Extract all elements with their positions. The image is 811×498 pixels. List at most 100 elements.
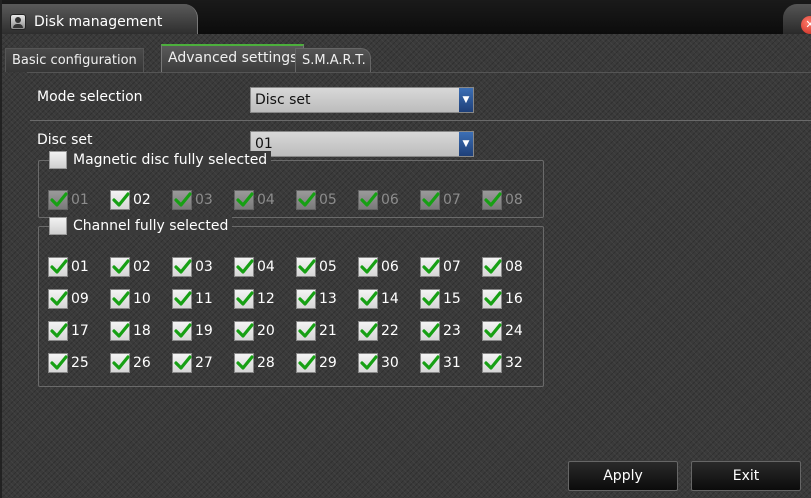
channel-checkbox-20[interactable]: 20: [234, 321, 275, 341]
channel-checkbox-label: 29: [319, 355, 337, 371]
channel-checkbox-label: 24: [505, 323, 523, 339]
channel-checkbox-label: 16: [505, 291, 523, 307]
channel-checkbox-25[interactable]: 25: [48, 353, 89, 373]
check-icon: [48, 289, 68, 309]
check-icon: [420, 353, 440, 373]
channel-checkbox-31[interactable]: 31: [420, 353, 461, 373]
tab-smart[interactable]: S.M.A.R.T.: [295, 48, 371, 72]
channel-checkbox-13[interactable]: 13: [296, 289, 337, 309]
channel-checkbox-label: 32: [505, 355, 523, 371]
disc-set-value: 01: [255, 136, 273, 152]
magnetic-disc-select-all[interactable]: Magnetic disc fully selected: [49, 151, 272, 169]
channel-checkbox-label: 03: [195, 259, 213, 275]
channel-checkbox-12[interactable]: 12: [234, 289, 275, 309]
channel-checkbox-08[interactable]: 08: [482, 257, 523, 277]
channel-checkbox-label: 30: [381, 355, 399, 371]
disc-set-dropdown[interactable]: 01 ▼: [250, 131, 474, 157]
channel-checkbox-label: 07: [443, 259, 461, 275]
check-icon: [172, 289, 192, 309]
channel-checkbox-19[interactable]: 19: [172, 321, 213, 341]
channel-checkbox-label: 01: [71, 259, 89, 275]
channel-checkbox-label: 09: [71, 291, 89, 307]
disc-checkbox-02[interactable]: 02: [110, 190, 151, 210]
channel-checkbox-02[interactable]: 02: [110, 257, 151, 277]
check-icon: [172, 257, 192, 277]
select-all-checkbox[interactable]: [49, 217, 67, 235]
channel-checkbox-06[interactable]: 06: [358, 257, 399, 277]
channel-checkbox-label: 11: [195, 291, 213, 307]
check-icon: [296, 353, 316, 373]
channel-checkbox-22[interactable]: 22: [358, 321, 399, 341]
channel-checkbox-label: 08: [505, 259, 523, 275]
chevron-down-icon[interactable]: ▼: [459, 88, 473, 112]
channel-checkbox-24[interactable]: 24: [482, 321, 523, 341]
tab-advanced-settings[interactable]: Advanced settings: [161, 44, 305, 72]
channel-checkbox-28[interactable]: 28: [234, 353, 275, 373]
channel-checkbox-29[interactable]: 29: [296, 353, 337, 373]
channel-checkbox-30[interactable]: 30: [358, 353, 399, 373]
disk-management-window: Disk management ✕ Basic configuration Ad…: [0, 0, 811, 498]
channel-checkbox-label: 19: [195, 323, 213, 339]
check-icon: [234, 190, 254, 210]
disc-checkbox-08: 08: [482, 190, 523, 210]
chevron-down-icon[interactable]: ▼: [459, 132, 473, 156]
channel-checkbox-18[interactable]: 18: [110, 321, 151, 341]
exit-button[interactable]: Exit: [691, 461, 801, 491]
select-all-checkbox[interactable]: [49, 151, 67, 169]
check-icon: [234, 321, 254, 341]
channel-checkbox-07[interactable]: 07: [420, 257, 461, 277]
check-icon: [234, 289, 254, 309]
mode-selection-dropdown[interactable]: Disc set ▼: [250, 87, 474, 113]
channel-select-all[interactable]: Channel fully selected: [49, 217, 233, 235]
disc-checkbox-06: 06: [358, 190, 399, 210]
channel-checkbox-04[interactable]: 04: [234, 257, 275, 277]
check-icon: [358, 190, 378, 210]
tab-basic-configuration[interactable]: Basic configuration: [5, 48, 144, 72]
check-icon: [110, 190, 130, 210]
disc-checkbox-07: 07: [420, 190, 461, 210]
check-icon: [48, 353, 68, 373]
channel-checkbox-17[interactable]: 17: [48, 321, 89, 341]
disc-set-label: Disc set: [37, 132, 93, 148]
check-icon: [482, 190, 502, 210]
channel-checkbox-26[interactable]: 26: [110, 353, 151, 373]
mode-selection-value: Disc set: [255, 92, 311, 108]
check-icon: [358, 321, 378, 341]
channel-checkbox-11[interactable]: 11: [172, 289, 213, 309]
check-icon: [420, 321, 440, 341]
disc-checkbox-03: 03: [172, 190, 213, 210]
check-icon: [358, 353, 378, 373]
channel-checkbox-label: 04: [257, 259, 275, 275]
channel-checkbox-23[interactable]: 23: [420, 321, 461, 341]
channel-checkbox-16[interactable]: 16: [482, 289, 523, 309]
channel-checkbox-label: 06: [381, 259, 399, 275]
channel-checkbox-15[interactable]: 15: [420, 289, 461, 309]
channel-checkbox-27[interactable]: 27: [172, 353, 213, 373]
channel-checkbox-label: 26: [133, 355, 151, 371]
check-icon: [296, 257, 316, 277]
close-tab: ✕: [783, 4, 811, 34]
channel-checkbox-01[interactable]: 01: [48, 257, 89, 277]
check-icon: [296, 190, 316, 210]
mode-selection-label: Mode selection: [37, 89, 143, 105]
check-icon: [172, 321, 192, 341]
channel-checkbox-03[interactable]: 03: [172, 257, 213, 277]
check-icon: [172, 190, 192, 210]
apply-button[interactable]: Apply: [568, 461, 678, 491]
channel-select-all-label: Channel fully selected: [73, 218, 229, 234]
check-icon: [48, 257, 68, 277]
disc-checkbox-label: 07: [443, 192, 461, 208]
channel-checkbox-21[interactable]: 21: [296, 321, 337, 341]
channel-checkbox-14[interactable]: 14: [358, 289, 399, 309]
channel-checkbox-32[interactable]: 32: [482, 353, 523, 373]
check-icon: [420, 257, 440, 277]
channel-checkbox-05[interactable]: 05: [296, 257, 337, 277]
channel-checkbox-label: 10: [133, 291, 151, 307]
disc-checkbox-label: 01: [71, 192, 89, 208]
channel-checkbox-label: 15: [443, 291, 461, 307]
check-icon: [420, 190, 440, 210]
close-icon[interactable]: ✕: [801, 16, 811, 34]
channel-checkbox-09[interactable]: 09: [48, 289, 89, 309]
disc-checkbox-05: 05: [296, 190, 337, 210]
channel-checkbox-10[interactable]: 10: [110, 289, 151, 309]
